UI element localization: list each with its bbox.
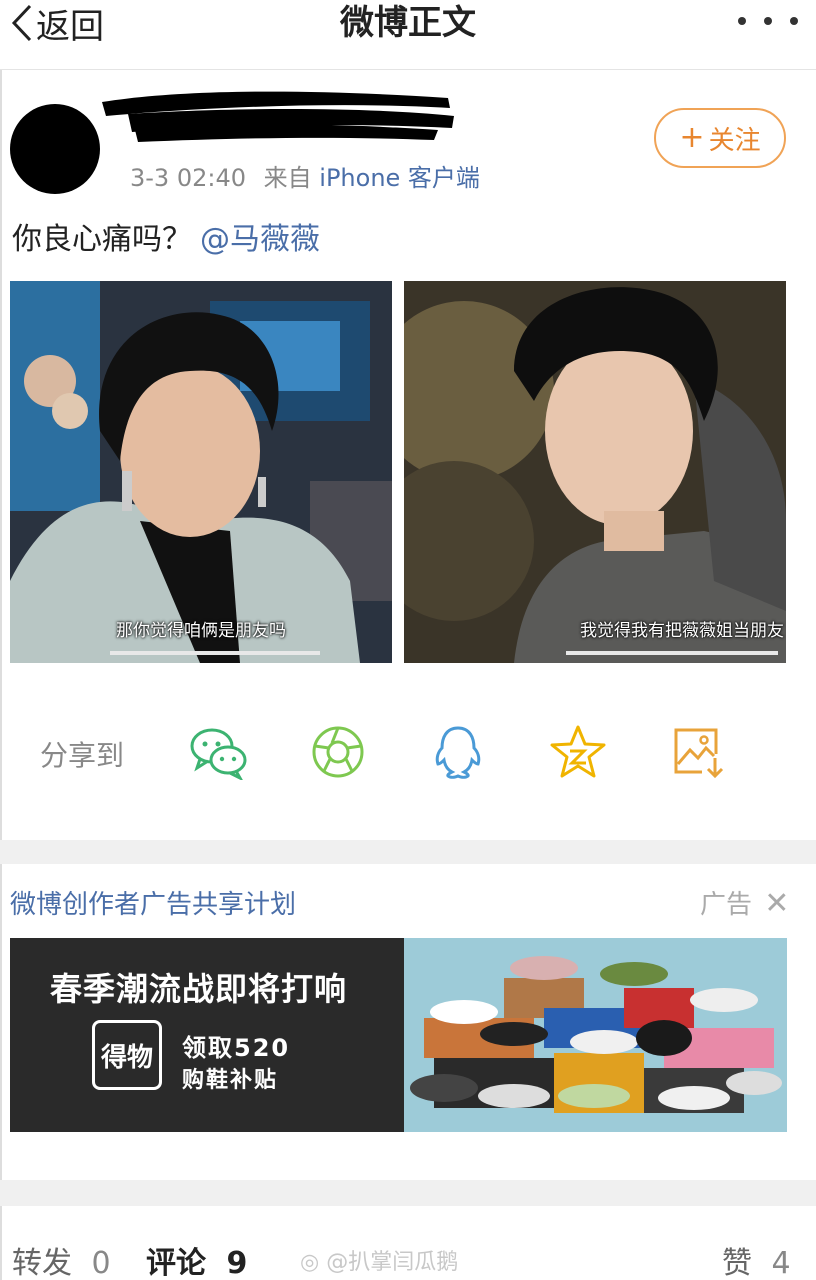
close-icon: ✕ <box>764 886 790 921</box>
woman-talking-image <box>10 281 392 663</box>
comment-tab[interactable]: 评论 9 <box>146 1238 247 1280</box>
ad-offer-line-2: 购鞋补贴 <box>182 1068 279 1093</box>
page-title: 微博正文 <box>340 3 476 43</box>
moments-icon[interactable] <box>308 724 368 780</box>
watermark: ◎ @扒掌闫瓜鹅 <box>300 1244 458 1276</box>
post-photo-1[interactable]: 那你觉得咱俩是朋友吗 <box>10 281 392 663</box>
dot-icon <box>738 17 746 25</box>
mention-link[interactable]: @马薇薇 <box>200 222 320 257</box>
comment-label: 评论 <box>146 1246 206 1280</box>
avatar[interactable] <box>10 104 100 194</box>
post-photo-2[interactable]: 我觉得我有把薇薇姐当朋友 <box>404 281 786 663</box>
dot-icon <box>790 17 798 25</box>
like-count: 4 <box>771 1246 791 1280</box>
sneaker-stack-image <box>404 938 787 1132</box>
man-talking-image <box>404 281 786 663</box>
section-divider <box>0 1180 816 1206</box>
video-progress-bar <box>110 651 320 655</box>
navigation-bar: 返回 微博正文 <box>0 0 816 70</box>
photo-caption: 我觉得我有把薇薇姐当朋友 <box>580 621 784 641</box>
ad-banner[interactable]: 春季潮流战即将打响 得物 领取520 购鞋补贴 <box>10 938 787 1132</box>
ad-text-panel: 春季潮流战即将打响 得物 领取520 购鞋补贴 <box>10 938 404 1132</box>
follow-label: 关注 <box>708 125 761 156</box>
like-button[interactable]: 赞 4 <box>722 1238 791 1280</box>
redacted-username <box>102 91 454 142</box>
ad-offer-line-1: 领取520 <box>182 1034 291 1062</box>
plus-icon: + <box>679 120 705 155</box>
ad-close-button[interactable]: 广告 ✕ <box>700 884 789 921</box>
more-options-button[interactable] <box>738 6 798 36</box>
photo-caption: 那你觉得咱俩是朋友吗 <box>116 621 286 641</box>
weibo-logo-icon: ◎ <box>300 1250 320 1275</box>
save-image-icon[interactable] <box>668 724 728 780</box>
repost-count: 0 <box>91 1246 111 1280</box>
share-label: 分享到 <box>40 739 125 772</box>
sneaker-boxes-illustration <box>410 956 782 1113</box>
wechat-icon[interactable] <box>188 724 248 780</box>
watermark-text: @扒掌闫瓜鹅 <box>326 1250 459 1275</box>
ad-program-title[interactable]: 微博创作者广告共享计划 <box>10 884 296 921</box>
post-client[interactable]: iPhone 客户端 <box>319 164 480 192</box>
brand-logo: 得物 <box>92 1020 162 1090</box>
ad-headline: 春季潮流战即将打响 <box>50 970 348 1008</box>
post-text: 你良心痛吗？ <box>12 222 192 257</box>
dot-icon <box>764 17 772 25</box>
qq-icon[interactable] <box>428 724 488 780</box>
like-label: 赞 <box>722 1246 752 1280</box>
qzone-icon[interactable] <box>548 724 608 780</box>
post-source-prefix: 来自 <box>263 164 312 192</box>
repost-button[interactable]: 转发 0 <box>12 1238 111 1280</box>
left-border <box>0 70 2 1280</box>
ad-tag-label: 广告 <box>700 890 753 920</box>
post-content: 你良心痛吗？ @马薇薇 <box>12 214 320 258</box>
repost-label: 转发 <box>12 1246 72 1280</box>
post-meta: 3-3 02:40 来自 iPhone 客户端 <box>130 158 480 193</box>
section-divider <box>0 840 816 864</box>
comment-count: 9 <box>226 1246 248 1280</box>
post-time: 3-3 02:40 <box>130 164 246 192</box>
follow-button[interactable]: + 关注 <box>654 108 786 168</box>
video-progress-bar <box>566 651 778 655</box>
